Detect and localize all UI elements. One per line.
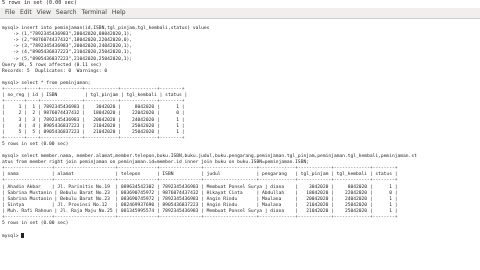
terminal-line: mysql>	[2, 233, 478, 239]
menu-help[interactable]: Help	[112, 8, 126, 18]
terminal-output[interactable]: mysql> insert into peminjaman(id,ISBN,tg…	[2, 20, 478, 268]
menu-bar: File Edit View Search Terminal Help	[0, 8, 480, 19]
terminal-window: 5 rows in set (0.00 sec) File Edit View …	[0, 0, 480, 270]
menu-terminal[interactable]: Terminal	[82, 8, 107, 18]
menu-search[interactable]: Search	[56, 8, 77, 18]
menu-edit[interactable]: Edit	[20, 8, 32, 18]
previous-output-line: 5 rows in set (0.00 sec)	[2, 0, 77, 6]
menu-view[interactable]: View	[37, 8, 51, 18]
menu-file[interactable]: File	[5, 8, 15, 18]
text-cursor	[21, 233, 25, 239]
